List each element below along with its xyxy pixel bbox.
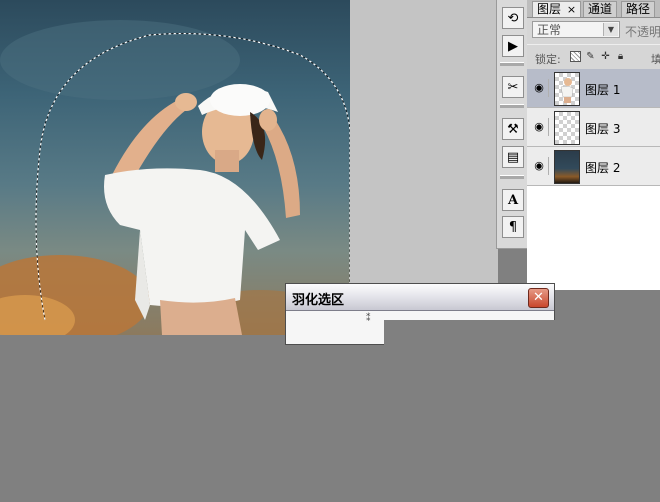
blend-mode-select[interactable]: 正常 ▼ bbox=[532, 21, 620, 38]
resize-grip-icon: ⁑ bbox=[366, 314, 371, 324]
strip-divider bbox=[500, 62, 524, 66]
layer-thumbnail bbox=[554, 111, 580, 145]
eye-icon[interactable]: ◉ bbox=[530, 157, 549, 175]
eye-icon[interactable]: ◉ bbox=[530, 79, 549, 97]
layer-comps-icon[interactable]: ▤ bbox=[502, 146, 524, 168]
dialog-title: 羽化选区 bbox=[292, 293, 345, 308]
fill-label: 填 bbox=[651, 53, 660, 66]
layer-thumbnail bbox=[554, 150, 580, 184]
tab-channels-label: 通道 bbox=[588, 2, 613, 16]
blend-mode-value: 正常 bbox=[537, 23, 562, 37]
layer-name: 图层 2 bbox=[585, 161, 621, 175]
layer-name: 图层 1 bbox=[585, 83, 621, 97]
chevron-down-icon[interactable]: ▼ bbox=[603, 23, 618, 36]
panel-tabs: 图层 × 通道 路径 bbox=[527, 0, 660, 18]
lock-pixels-brush-icon[interactable]: ✎ bbox=[585, 51, 596, 62]
actions-play-icon[interactable]: ▶ bbox=[502, 35, 524, 57]
tab-close-icon[interactable]: × bbox=[567, 3, 576, 16]
character-icon[interactable]: A bbox=[502, 189, 524, 211]
palette-dock-strip: ⟲ ▶ ✂ ⚒ ▤ A ¶ bbox=[496, 0, 528, 249]
opacity-label: 不透明 bbox=[625, 25, 660, 39]
lock-label: 锁定: bbox=[535, 53, 561, 66]
layer-row[interactable]: ◉ 图层 3 bbox=[527, 108, 660, 147]
tab-paths-label: 路径 bbox=[626, 2, 651, 16]
strip-divider bbox=[500, 104, 524, 108]
blank-lower-area bbox=[384, 320, 660, 502]
tool-presets-icon[interactable]: ✂ bbox=[502, 76, 524, 98]
lock-row: 锁定: ✎ ✛ 🔒︎ 填 bbox=[527, 44, 660, 70]
layer-list: ◉ 图层 1 ◉ 图层 3 ◉ 图层 2 bbox=[527, 69, 660, 290]
strip-divider bbox=[500, 175, 524, 179]
lock-transparent-icon[interactable] bbox=[570, 51, 581, 62]
layer-thumbnail-figure bbox=[560, 78, 574, 103]
layer-name: 图层 3 bbox=[585, 122, 621, 136]
lock-position-move-icon[interactable]: ✛ bbox=[600, 51, 611, 62]
history-brush-icon[interactable]: ⟲ bbox=[502, 7, 524, 29]
dialog-titlebar[interactable]: 羽化选区 ✕ bbox=[286, 284, 554, 311]
tab-channels[interactable]: 通道 bbox=[583, 1, 618, 17]
lock-all-icon[interactable]: 🔒︎ bbox=[615, 51, 626, 62]
layer-thumbnail bbox=[554, 72, 580, 106]
tab-paths[interactable]: 路径 bbox=[621, 1, 656, 17]
layer-row[interactable]: ◉ 图层 2 bbox=[527, 147, 660, 186]
tab-layers-label: 图层 bbox=[537, 2, 562, 16]
clone-source-icon[interactable]: ⚒ bbox=[502, 118, 524, 140]
layers-panel: 图层 × 通道 路径 正常 ▼ 不透明 锁定: ✎ ✛ 🔒︎ 填 ◉ 图层 1 … bbox=[527, 0, 660, 290]
eye-icon[interactable]: ◉ bbox=[530, 118, 549, 136]
tab-layers[interactable]: 图层 × bbox=[532, 1, 582, 17]
paragraph-icon[interactable]: ¶ bbox=[502, 216, 524, 238]
layer-row[interactable]: ◉ 图层 1 bbox=[527, 69, 660, 108]
close-button[interactable]: ✕ bbox=[528, 288, 549, 308]
